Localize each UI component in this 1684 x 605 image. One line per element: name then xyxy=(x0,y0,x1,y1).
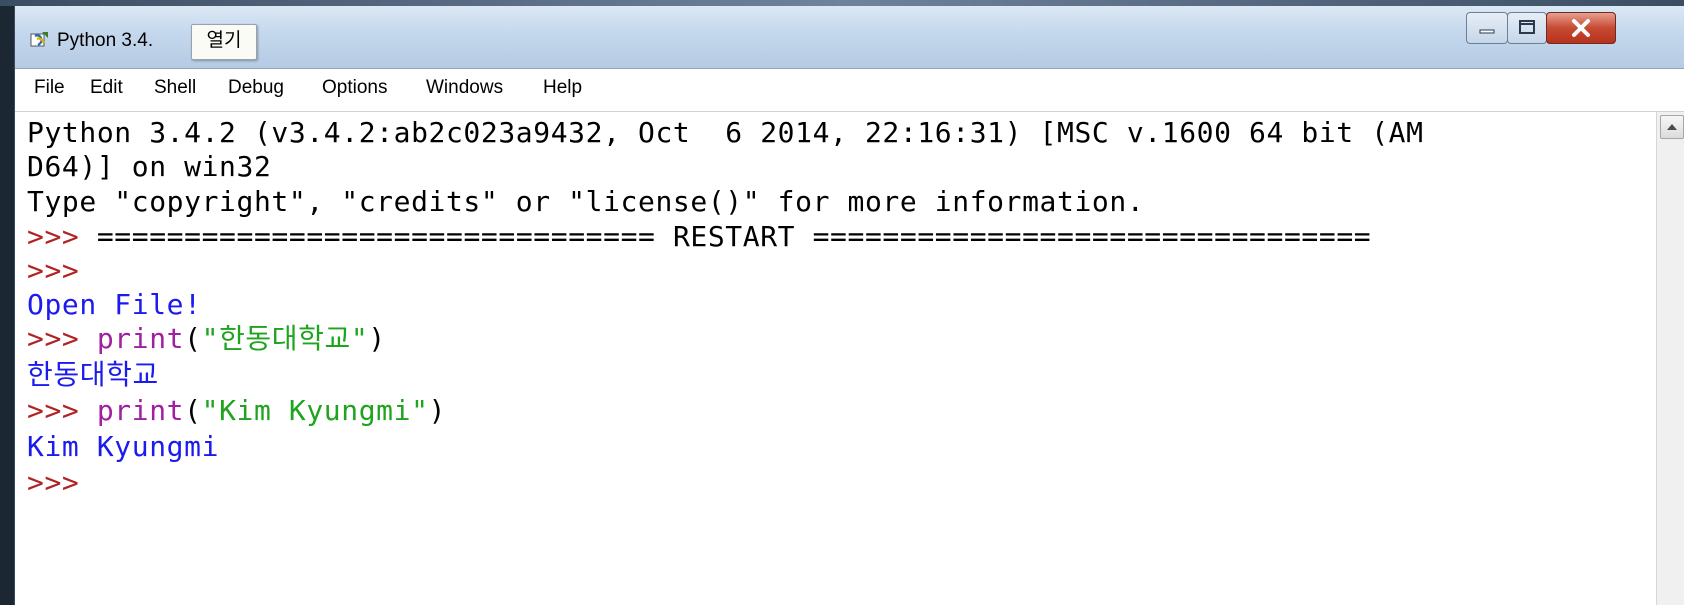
paren-close: ) xyxy=(368,322,386,355)
restart-banner: ================================ RESTART… xyxy=(96,220,1372,253)
prompt: >>> xyxy=(27,466,97,499)
chevron-up-icon xyxy=(1667,124,1677,130)
builtin-keyword: print xyxy=(96,394,185,427)
close-icon xyxy=(1572,19,1590,37)
menu-edit[interactable]: Edit xyxy=(90,77,123,99)
scroll-up-button[interactable] xyxy=(1660,115,1684,139)
menu-options[interactable]: Options xyxy=(322,77,387,99)
prompt: >>> xyxy=(27,254,97,287)
builtin-keyword: print xyxy=(96,322,185,355)
string-literal: "한동대학교" xyxy=(201,322,369,355)
paren-open: ( xyxy=(184,322,202,355)
prompt: >>> xyxy=(27,322,97,355)
paren-close: ) xyxy=(428,394,447,427)
output-line: Kim Kyungmi xyxy=(27,430,220,463)
menu-windows[interactable]: Windows xyxy=(426,77,503,99)
menu-shell[interactable]: Shell xyxy=(154,77,196,99)
banner-line-3: Type "copyright", "credits" or "license(… xyxy=(27,185,1145,218)
maximize-button[interactable] xyxy=(1507,12,1547,44)
vertical-scrollbar[interactable] xyxy=(1656,112,1684,605)
prompt: >>> xyxy=(27,220,97,253)
restart-line: >>> ================================ RES… xyxy=(27,220,1371,254)
python-idle-icon xyxy=(30,32,48,47)
maximize-icon xyxy=(1519,20,1535,34)
title-bar[interactable]: Python 3.4. 열기 xyxy=(15,6,1684,69)
window-title: Python 3.4. xyxy=(57,30,154,51)
menu-bar: File Edit Shell Debug Options Windows He… xyxy=(15,69,1684,112)
banner-line-1: Python 3.4.2 (v3.4.2:ab2c023a9432, Oct 6… xyxy=(27,116,1424,149)
shell-text-area[interactable]: Python 3.4.2 (v3.4.2:ab2c023a9432, Oct 6… xyxy=(15,112,1655,605)
minimize-icon xyxy=(1479,29,1495,34)
paren-open: ( xyxy=(184,394,202,427)
command-line: >>> print("Kim Kyungmi") xyxy=(27,394,446,428)
menu-file[interactable]: File xyxy=(34,77,65,99)
prompt: >>> xyxy=(27,394,97,427)
idle-shell-window: Python 3.4. 열기 File Edit Shell Debug Opt… xyxy=(14,6,1684,605)
string-literal: "Kim Kyungmi" xyxy=(201,394,429,427)
minimize-button[interactable] xyxy=(1466,12,1508,44)
active-prompt-line[interactable]: >>> xyxy=(27,466,97,500)
menu-debug[interactable]: Debug xyxy=(228,77,284,99)
prompt-line: >>> xyxy=(27,254,97,288)
output-line: 한동대학교 xyxy=(27,358,159,391)
close-button[interactable] xyxy=(1546,12,1616,44)
command-line: >>> print("한동대학교") xyxy=(27,322,386,356)
banner-line-2: D64)] on win32 xyxy=(27,150,272,183)
output-line: Open File! xyxy=(27,288,202,321)
menu-help[interactable]: Help xyxy=(543,77,582,99)
open-tooltip: 열기 xyxy=(191,24,257,60)
